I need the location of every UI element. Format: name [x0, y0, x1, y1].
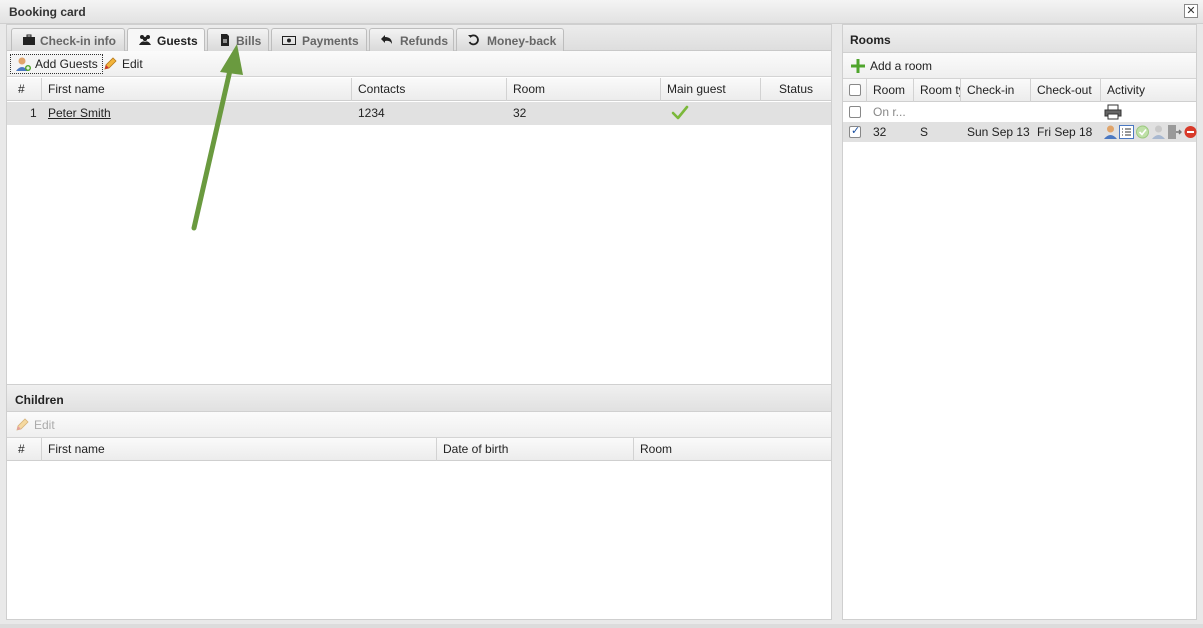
tab-refunds[interactable]: Refunds: [369, 28, 454, 51]
pencil-icon: [16, 418, 29, 431]
activity-icons: [1099, 124, 1198, 140]
table-row[interactable]: On r...: [843, 102, 1196, 122]
window-title: Booking card: [9, 5, 86, 19]
add-guests-button[interactable]: Add Guests: [10, 54, 103, 74]
column-header-check-in[interactable]: Check-in: [961, 79, 1031, 102]
edit-guest-button[interactable]: Edit: [98, 54, 147, 74]
edit-label: Edit: [34, 418, 55, 432]
user-gray-icon[interactable]: [1151, 124, 1166, 140]
window-bottom-edge: [0, 624, 1203, 628]
room-number: 32: [873, 125, 887, 139]
add-guests-label: Add Guests: [35, 57, 98, 71]
edit-child-button[interactable]: Edit: [10, 415, 59, 435]
printer-icon[interactable]: [1098, 104, 1122, 120]
close-icon[interactable]: ✕: [1184, 4, 1198, 18]
column-header-room[interactable]: Room: [634, 438, 831, 461]
tab-label: Payments: [302, 34, 359, 48]
table-row[interactable]: 32 S Sun Sep 13 Fri Sep 18: [843, 122, 1198, 142]
tab-label: Money-back: [487, 34, 557, 48]
rooms-grid-header: Room Room ty Check-in Check-out Activity: [843, 79, 1196, 102]
row-number: 1: [30, 106, 37, 120]
add-room-label: Add a room: [870, 59, 933, 73]
add-room-button[interactable]: Add a room: [846, 56, 936, 76]
guests-grid-header: # First name Contacts Room Main guest St…: [7, 78, 831, 101]
rooms-panel: Rooms Add a room Room Room ty Check-in C…: [842, 24, 1197, 620]
check-in-date: Sun Sep 13: [967, 125, 1030, 139]
booking-left-panel: Check-in info Guests Bills Payments Refu…: [6, 24, 832, 620]
main-guest-check-icon: [665, 102, 689, 125]
select-all-cell[interactable]: [843, 79, 867, 102]
pencil-icon: [104, 57, 117, 70]
column-header-main-guest[interactable]: Main guest: [661, 78, 761, 101]
edit-label: Edit: [122, 57, 143, 71]
column-header-number[interactable]: #: [7, 438, 42, 461]
children-section-title: Children: [7, 384, 831, 412]
select-all-checkbox[interactable]: [849, 84, 861, 96]
tab-payments[interactable]: Payments: [271, 28, 367, 51]
guest-status: [761, 102, 767, 125]
rotate-icon: [468, 34, 479, 46]
check-out-date: Fri Sep 18: [1037, 125, 1093, 139]
row-checkbox[interactable]: [849, 106, 861, 118]
tab-money-back[interactable]: Money-back: [456, 28, 564, 51]
tab-label: Check-in info: [40, 34, 117, 48]
list-icon[interactable]: [1119, 124, 1134, 140]
children-toolbar: Edit: [7, 412, 831, 438]
add-user-icon: [16, 57, 31, 71]
tab-guests[interactable]: Guests: [127, 28, 205, 52]
users-icon: [139, 35, 151, 45]
document-icon: [221, 34, 229, 46]
column-header-number[interactable]: #: [7, 78, 42, 101]
door-exit-icon[interactable]: [1167, 124, 1182, 140]
guest-contacts: 1234: [358, 106, 385, 120]
column-header-first-name[interactable]: First name: [42, 438, 437, 461]
children-grid-header: # First name Date of birth Room: [7, 438, 831, 461]
column-header-room[interactable]: Room: [867, 79, 914, 102]
tab-label: Bills: [236, 34, 262, 48]
tab-strip: Check-in info Guests Bills Payments Refu…: [7, 25, 831, 52]
column-header-date-of-birth[interactable]: Date of birth: [437, 438, 634, 461]
rooms-toolbar: Add a room: [843, 53, 1196, 79]
room-type: S: [920, 125, 929, 139]
room-number: On r...: [873, 105, 906, 119]
column-header-room[interactable]: Room: [507, 78, 661, 101]
tab-label: Guests: [157, 34, 198, 48]
column-header-contacts[interactable]: Contacts: [352, 78, 507, 101]
plus-icon: [851, 59, 865, 73]
briefcase-icon: [23, 34, 35, 45]
guest-name-link[interactable]: Peter Smith: [42, 102, 111, 125]
window-titlebar: Booking card ✕: [0, 0, 1203, 24]
table-row[interactable]: 1 Peter Smith 1234 32: [7, 102, 831, 125]
guests-toolbar: Add Guests Edit: [7, 51, 831, 77]
column-header-activity[interactable]: Activity: [1101, 79, 1196, 102]
column-header-status[interactable]: Status: [761, 78, 831, 101]
guest-icon[interactable]: [1103, 124, 1118, 140]
column-header-check-out[interactable]: Check-out: [1031, 79, 1101, 102]
tab-bills[interactable]: Bills: [207, 28, 269, 51]
tab-check-in-info[interactable]: Check-in info: [11, 28, 125, 51]
row-checkbox[interactable]: [849, 124, 861, 138]
column-header-room-type[interactable]: Room ty: [914, 79, 961, 102]
cancel-icon[interactable]: [1183, 124, 1198, 140]
tab-label: Refunds: [400, 34, 448, 48]
column-header-first-name[interactable]: First name: [42, 78, 352, 101]
rooms-title: Rooms: [843, 25, 1196, 53]
money-icon: [282, 36, 296, 45]
undo-arrow-icon: [381, 35, 392, 44]
check-circle-icon[interactable]: [1135, 124, 1150, 140]
guest-room: 32: [513, 106, 527, 120]
